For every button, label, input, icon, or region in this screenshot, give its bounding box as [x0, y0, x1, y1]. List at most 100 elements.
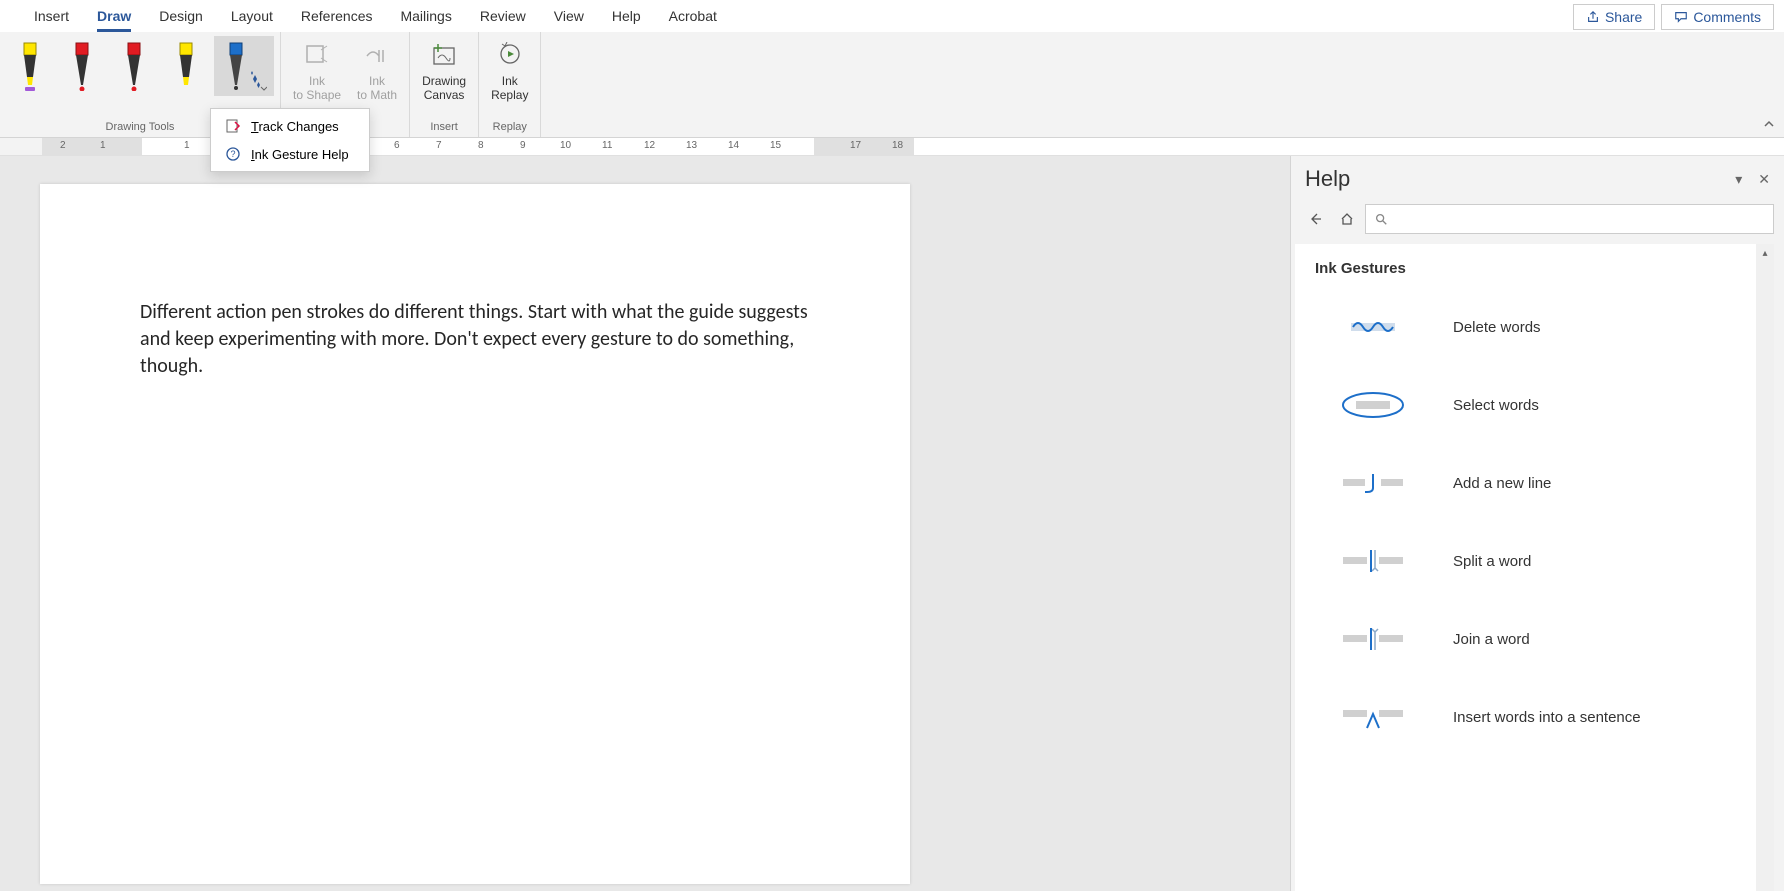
- help-pane-options-button[interactable]: ▾: [1735, 171, 1742, 188]
- ruler-mark: 7: [436, 140, 442, 151]
- ruler-mark: 2: [60, 140, 66, 151]
- gesture-select-icon: [1333, 385, 1413, 425]
- ink-replay-button[interactable]: InkReplay: [485, 36, 534, 105]
- scroll-up-arrow[interactable]: ▴: [1756, 244, 1774, 262]
- group-insert: DrawingCanvas Insert: [410, 32, 479, 137]
- gesture-insert-icon: [1333, 697, 1413, 737]
- arrow-left-icon: [1307, 211, 1323, 227]
- ink-replay-icon: [496, 42, 524, 70]
- ruler-mark: 18: [892, 140, 903, 151]
- ink-to-math-icon: [363, 42, 391, 70]
- document-area[interactable]: Different action pen strokes do differen…: [0, 156, 1068, 891]
- action-pen-icon: [221, 41, 251, 91]
- ink-to-shape-button: Inkto Shape: [287, 36, 347, 105]
- ribbon-tabs: Insert Draw Design Layout References Mai…: [0, 0, 1784, 32]
- help-home-button[interactable]: [1333, 205, 1361, 233]
- gesture-row-split: Split a word: [1315, 529, 1736, 607]
- help-section-title: Ink Gestures: [1315, 260, 1736, 277]
- ribbon-tab-acrobat[interactable]: Acrobat: [655, 2, 731, 30]
- ruler-mark: 9: [520, 140, 526, 151]
- pen-highlighter-yellow-2[interactable]: [162, 36, 210, 96]
- gesture-row-delete: Delete words: [1315, 295, 1736, 373]
- help-search-box[interactable]: [1365, 204, 1774, 234]
- search-icon: [1374, 212, 1388, 226]
- ribbon-tab-draw[interactable]: Draw: [83, 2, 145, 30]
- ribbon-tab-layout[interactable]: Layout: [217, 2, 287, 30]
- pen-highlighter-yellow[interactable]: [6, 36, 54, 96]
- ink-replay-label: InkReplay: [491, 74, 528, 103]
- help-search-input[interactable]: [1394, 212, 1765, 227]
- highlighter-yellow-icon: [15, 41, 45, 91]
- ruler-mark: 11: [602, 140, 612, 151]
- comment-icon: [1674, 10, 1688, 24]
- ink-to-shape-icon: [303, 42, 331, 70]
- sparkle-dropdown-icon: [249, 41, 267, 91]
- ink-to-math-label: Inkto Math: [357, 74, 397, 103]
- ribbon-tab-design[interactable]: Design: [145, 2, 217, 30]
- insert-group-label: Insert: [416, 119, 472, 135]
- ribbon-tab-help[interactable]: Help: [598, 2, 655, 30]
- help-scrollbar[interactable]: ▴: [1756, 244, 1774, 891]
- group-replay: InkReplay Replay: [479, 32, 541, 137]
- action-pen-dropdown: Track Changes ? Ink Gesture Help: [210, 108, 370, 172]
- dropdown-ink-gesture-help[interactable]: ? Ink Gesture Help: [211, 140, 369, 168]
- collapse-ribbon-chevron[interactable]: [1762, 117, 1776, 134]
- pen-action-blue[interactable]: [214, 36, 274, 96]
- gesture-newline-icon: [1333, 463, 1413, 503]
- ink-to-shape-label: Inkto Shape: [293, 74, 341, 103]
- ruler-mark: 14: [728, 140, 739, 151]
- ribbon-tab-insert[interactable]: Insert: [20, 2, 83, 30]
- ribbon-content: Drawing Tools Inkto Shape Inkto Math Dra…: [0, 32, 1784, 138]
- svg-text:?: ?: [230, 149, 235, 159]
- dropdown-track-changes[interactable]: Track Changes: [211, 112, 369, 140]
- gesture-row-insert: Insert words into a sentence: [1315, 685, 1736, 763]
- gesture-newline-label: Add a new line: [1453, 475, 1551, 492]
- help-pane-close-button[interactable]: ✕: [1758, 171, 1770, 188]
- document-page[interactable]: Different action pen strokes do differen…: [40, 184, 910, 884]
- gesture-delete-icon: [1333, 307, 1413, 347]
- gesture-delete-label: Delete words: [1453, 319, 1541, 336]
- ruler-mark: 13: [686, 140, 697, 151]
- help-circle-icon: ?: [225, 146, 241, 162]
- ribbon-tab-references[interactable]: References: [287, 2, 387, 30]
- ribbon-tab-review[interactable]: Review: [466, 2, 540, 30]
- drawing-canvas-label: DrawingCanvas: [422, 74, 466, 103]
- comments-button[interactable]: Comments: [1661, 4, 1774, 30]
- gesture-insert-label: Insert words into a sentence: [1453, 709, 1641, 726]
- gesture-select-label: Select words: [1453, 397, 1539, 414]
- help-pane: Help ▾ ✕ Ink Gestures: [1290, 156, 1784, 891]
- workspace-gap: [1068, 156, 1290, 891]
- track-changes-icon: [225, 118, 241, 134]
- ribbon-tab-mailings[interactable]: Mailings: [386, 2, 465, 30]
- ruler-mark: 17: [850, 140, 861, 151]
- ruler-mark: 10: [560, 140, 571, 151]
- share-icon: [1586, 10, 1600, 24]
- gesture-row-join: Join a word: [1315, 607, 1736, 685]
- help-card: Ink Gestures Delete words Select words: [1295, 244, 1756, 891]
- share-button[interactable]: Share: [1573, 4, 1655, 30]
- gesture-join-icon: [1333, 619, 1413, 659]
- pen-red-icon-2: [119, 41, 149, 91]
- ruler-mark: 8: [478, 140, 484, 151]
- document-body-text[interactable]: Different action pen strokes do differen…: [140, 299, 810, 380]
- drawing-canvas-button[interactable]: DrawingCanvas: [416, 36, 472, 105]
- ruler-mark: 1: [184, 140, 190, 151]
- track-changes-label: Track Changes: [251, 119, 339, 134]
- pen-red-2[interactable]: [110, 36, 158, 96]
- ruler-mark: 15: [770, 140, 781, 151]
- chevron-up-icon: [1762, 117, 1776, 131]
- ribbon-tab-view[interactable]: View: [540, 2, 598, 30]
- pen-red-1[interactable]: [58, 36, 106, 96]
- highlighter-yellow-icon-2: [171, 41, 201, 91]
- ruler-mark: 6: [394, 140, 400, 151]
- replay-group-label: Replay: [485, 119, 534, 135]
- ink-gesture-help-label: Ink Gesture Help: [251, 147, 349, 162]
- ink-to-math-button: Inkto Math: [351, 36, 403, 105]
- help-back-button[interactable]: [1301, 205, 1329, 233]
- drawing-canvas-icon: [430, 42, 458, 70]
- share-label: Share: [1605, 9, 1642, 25]
- help-pane-title: Help: [1305, 166, 1350, 192]
- ruler-mark: 12: [644, 140, 655, 151]
- pen-red-icon: [67, 41, 97, 91]
- gesture-split-label: Split a word: [1453, 553, 1531, 570]
